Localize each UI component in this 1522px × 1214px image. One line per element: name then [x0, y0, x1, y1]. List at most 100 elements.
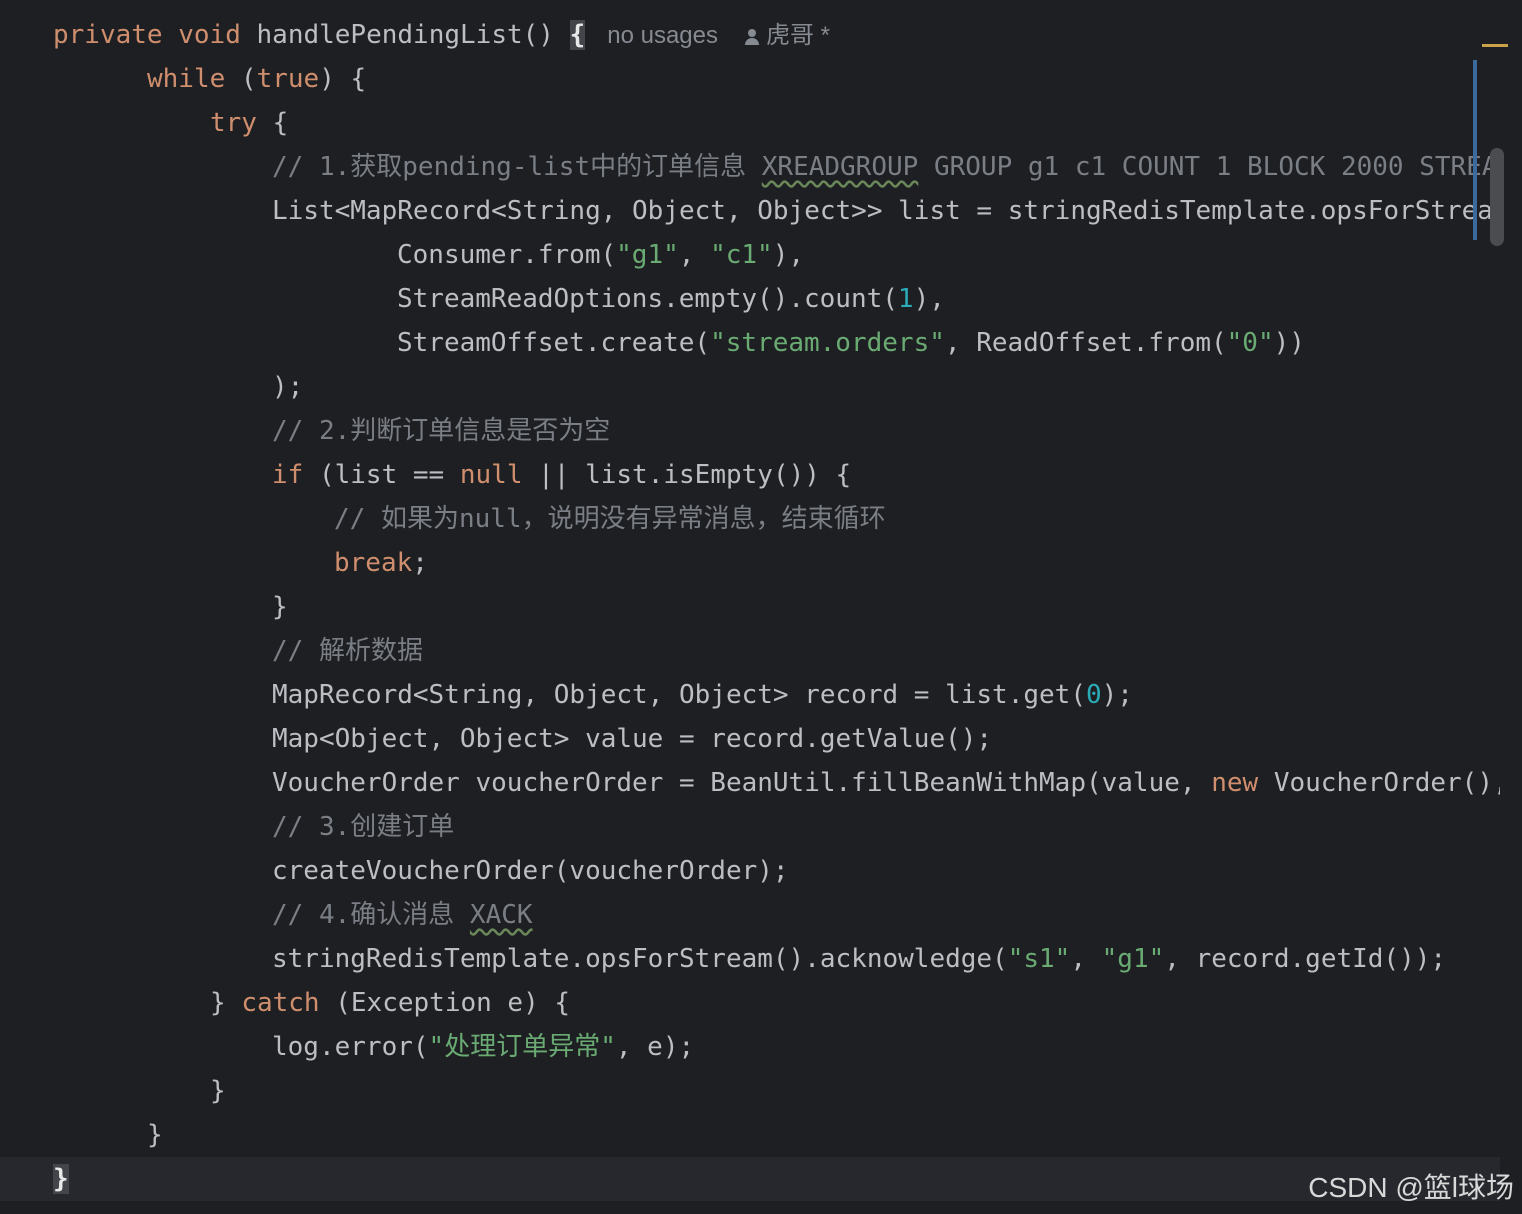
code-text: createVoucherOrder(voucherOrder);	[272, 856, 789, 886]
code-text: Consumer.from(	[397, 240, 617, 270]
code-text: (	[225, 64, 257, 94]
code-text: );	[272, 372, 304, 402]
code-text: stringRedisTemplate.opsForStream().ackno…	[272, 944, 1008, 974]
code-line[interactable]: try {	[0, 101, 1500, 145]
keyword: catch	[241, 988, 320, 1018]
comment: // 1.获取pending-list中的订单信息	[272, 152, 762, 182]
comment: // 如果为null，说明没有异常消息，结束循环	[334, 504, 886, 534]
code-line[interactable]: // 2.判断订单信息是否为空	[0, 409, 1500, 453]
code-text: Map<Object, Object> value = record.getVa…	[272, 724, 993, 754]
matched-brace: }	[53, 1164, 69, 1194]
comment: GROUP g1 c1 COUNT 1 BLOCK 2000 STREAMS	[918, 152, 1500, 182]
keyword: private	[53, 20, 163, 50]
code-line[interactable]: Consumer.from("g1", "c1"),	[0, 233, 1500, 277]
keyword: void	[178, 20, 241, 50]
code-line[interactable]: Map<Object, Object> value = record.getVa…	[0, 717, 1500, 761]
comment: // 2.判断订单信息是否为空	[272, 416, 611, 446]
string-literal: "处理订单异常"	[428, 1032, 616, 1062]
keyword: try	[210, 108, 257, 138]
code-text: StreamOffset.create(	[397, 328, 711, 358]
code-text: (Exception e) {	[319, 988, 571, 1018]
code-line[interactable]: StreamOffset.create("stream.orders", Rea…	[0, 321, 1500, 365]
keyword: if	[272, 460, 304, 490]
current-line[interactable]: }	[0, 1157, 1500, 1201]
code-text: }	[210, 1076, 226, 1106]
code-editor[interactable]: private void handlePendingList() {no usa…	[0, 0, 1522, 1214]
code-text: }	[272, 592, 288, 622]
string-literal: "s1"	[1007, 944, 1071, 974]
keyword: true	[256, 64, 320, 94]
warning-stripe-marker[interactable]	[1482, 44, 1510, 47]
author-hint[interactable]: 虎哥 *	[744, 22, 830, 49]
code-text: VoucherOrder(), true);	[1273, 768, 1500, 798]
code-line[interactable]: List<MapRecord<String, Object, Object>> …	[0, 189, 1500, 233]
code-text: ) {	[319, 64, 367, 94]
code-line[interactable]: log.error("处理订单异常", e);	[0, 1025, 1500, 1069]
comment: // 解析数据	[272, 636, 423, 666]
code-text: , e);	[615, 1032, 695, 1062]
string-literal: "c1"	[710, 240, 773, 270]
code-text: VoucherOrder voucherOrder = BeanUtil.fil…	[272, 768, 1212, 798]
code-text: );	[1101, 680, 1133, 710]
code-text: ;	[412, 548, 428, 578]
code-line[interactable]: // 解析数据	[0, 629, 1500, 673]
code-line[interactable]: );	[0, 365, 1500, 409]
vcs-change-marker[interactable]	[1473, 60, 1477, 240]
code-line[interactable]: }	[0, 585, 1500, 629]
code-line[interactable]: } catch (Exception e) {	[0, 981, 1500, 1025]
code-text: ))	[1273, 328, 1305, 358]
string-literal: "g1"	[616, 240, 679, 270]
code-text: , ReadOffset.from(	[944, 328, 1227, 358]
code-text: ),	[772, 240, 805, 270]
code-line[interactable]: // 如果为null，说明没有异常消息，结束循环	[0, 497, 1500, 541]
code-text: || list.isEmpty()) {	[522, 460, 852, 490]
code-text: log.error(	[272, 1032, 429, 1062]
usages-hint[interactable]: no usages	[607, 22, 718, 49]
code-line[interactable]: // 1.获取pending-list中的订单信息 XREADGROUP GRO…	[0, 145, 1500, 189]
string-literal: "stream.orders"	[710, 328, 945, 358]
matched-brace: {	[569, 20, 586, 50]
parens: ()	[522, 20, 554, 50]
code-text: }	[210, 988, 242, 1018]
user-icon	[744, 28, 760, 46]
code-line[interactable]: while (true) {	[0, 57, 1500, 101]
string-literal: "g1"	[1101, 944, 1165, 974]
code-text: List<MapRecord<String, Object, Object>> …	[272, 196, 1500, 226]
keyword: break	[334, 548, 413, 578]
code-text: {	[256, 108, 289, 138]
code-line[interactable]: StreamReadOptions.empty().count(1),	[0, 277, 1500, 321]
keyword: while	[147, 64, 226, 94]
string-literal: "0"	[1226, 328, 1274, 358]
scrollbar-track[interactable]	[1508, 0, 1522, 1214]
code-line[interactable]: VoucherOrder voucherOrder = BeanUtil.fil…	[0, 761, 1500, 805]
code-text: , record.getId());	[1164, 944, 1447, 974]
keyword: new	[1211, 768, 1259, 798]
author-name: 虎哥 *	[766, 22, 831, 49]
number-literal: 0	[1085, 680, 1102, 710]
code-line[interactable]: // 3.创建订单	[0, 805, 1500, 849]
scrollbar-thumb[interactable]	[1490, 148, 1504, 246]
comment: // 3.创建订单	[272, 812, 455, 842]
keyword: null	[459, 460, 523, 490]
method-name: handlePendingList	[256, 20, 523, 50]
code-text: StreamReadOptions.empty().count(	[397, 284, 898, 314]
code-text: (list ==	[303, 460, 460, 490]
comment: // 4.确认消息	[272, 900, 470, 930]
code-line[interactable]: }	[0, 1069, 1500, 1113]
watermark: CSDN @篮l球场	[1308, 1172, 1514, 1203]
code-line[interactable]: private void handlePendingList() { no usa…	[0, 13, 1500, 57]
code-line[interactable]: if (list == null || list.isEmpty()) {	[0, 453, 1500, 497]
code-text: }	[147, 1120, 163, 1150]
code-line[interactable]: break;	[0, 541, 1500, 585]
code-line[interactable]: // 4.确认消息 XACK	[0, 893, 1500, 937]
number-literal: 1	[897, 284, 914, 314]
spelling-warning: XREADGROUP	[761, 152, 919, 182]
code-line[interactable]: stringRedisTemplate.opsForStream().ackno…	[0, 937, 1500, 981]
code-text: ,	[678, 240, 711, 270]
code-text: MapRecord<String, Object, Object> record…	[272, 680, 1086, 710]
code-line[interactable]: }	[0, 1113, 1500, 1157]
code-text: ),	[913, 284, 945, 314]
code-line[interactable]: MapRecord<String, Object, Object> record…	[0, 673, 1500, 717]
code-line[interactable]: createVoucherOrder(voucherOrder);	[0, 849, 1500, 893]
code-text: ,	[1070, 944, 1102, 974]
